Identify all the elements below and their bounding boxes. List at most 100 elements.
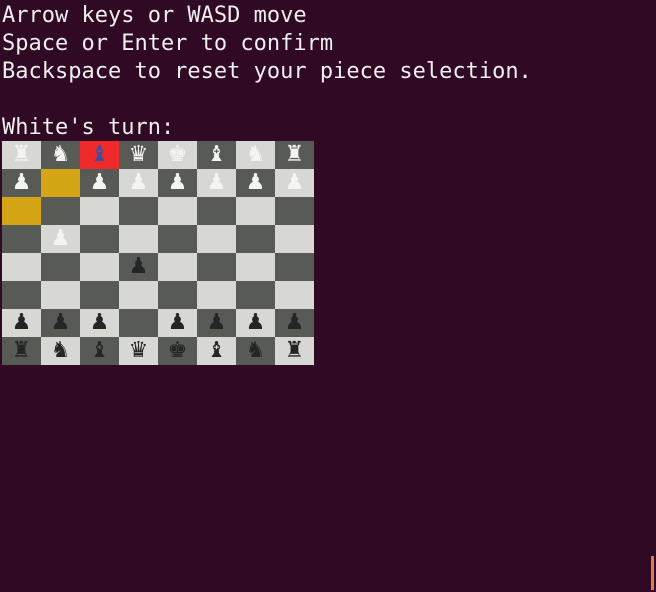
square-h2[interactable]: ♟ [275, 169, 314, 197]
square-d4[interactable] [119, 225, 158, 253]
black-queen-icon: ♛ [128, 338, 149, 363]
square-b4[interactable]: ♟ [41, 225, 80, 253]
square-b1[interactable]: ♞ [41, 141, 80, 169]
square-g1[interactable]: ♞ [236, 141, 275, 169]
square-d8[interactable]: ♛ [119, 337, 158, 365]
square-g8[interactable]: ♞ [236, 337, 275, 365]
square-c3[interactable] [80, 197, 119, 225]
square-h5[interactable] [275, 253, 314, 281]
instruction-move: Arrow keys or WASD move [2, 3, 307, 28]
square-h3[interactable] [275, 197, 314, 225]
black-pawn-icon: ♟ [128, 254, 149, 279]
white-pawn-icon: ♟ [245, 170, 266, 195]
white-pawn-icon: ♟ [284, 170, 305, 195]
black-pawn-icon: ♟ [50, 310, 71, 335]
square-h6[interactable] [275, 281, 314, 309]
black-pawn-icon: ♟ [284, 310, 305, 335]
square-a6[interactable] [2, 281, 41, 309]
square-g7[interactable]: ♟ [236, 309, 275, 337]
square-b7[interactable]: ♟ [41, 309, 80, 337]
square-e7[interactable]: ♟ [158, 309, 197, 337]
black-pawn-icon: ♟ [11, 310, 32, 335]
square-c5[interactable] [80, 253, 119, 281]
square-d7[interactable] [119, 309, 158, 337]
white-pawn-icon: ♟ [11, 170, 32, 195]
white-pawn-icon: ♟ [128, 170, 149, 195]
square-h7[interactable]: ♟ [275, 309, 314, 337]
black-pawn-icon: ♟ [167, 310, 188, 335]
square-c1[interactable]: ♝ [80, 141, 119, 169]
square-b5[interactable] [41, 253, 80, 281]
square-f1[interactable]: ♝ [197, 141, 236, 169]
white-rook-icon: ♜ [11, 142, 32, 167]
black-bishop-icon: ♝ [206, 338, 227, 363]
instruction-reset: Backspace to reset your piece selection. [2, 59, 532, 84]
white-bishop-icon: ♝ [89, 142, 110, 167]
square-c8[interactable]: ♝ [80, 337, 119, 365]
white-knight-icon: ♞ [245, 142, 266, 167]
chess-board[interactable]: ♜ ♞ ♝ ♛ ♚ ♝ ♞ ♜ ♟ ♟ ♟ ♟ ♟ ♟ ♟ ♟ ♟ ♟ ♟ ♟ ♟ ♟ ♟ ♟ ♜ ♞ ♝ ♛ ♚ ♝ ♞ ♜ [2, 141, 314, 365]
square-g6[interactable] [236, 281, 275, 309]
square-d6[interactable] [119, 281, 158, 309]
turn-indicator: White's turn: [2, 115, 175, 140]
square-e1[interactable]: ♚ [158, 141, 197, 169]
white-king-icon: ♚ [167, 142, 188, 167]
square-e3[interactable] [158, 197, 197, 225]
square-h4[interactable] [275, 225, 314, 253]
square-f3[interactable] [197, 197, 236, 225]
square-g3[interactable] [236, 197, 275, 225]
square-f5[interactable] [197, 253, 236, 281]
square-g2[interactable]: ♟ [236, 169, 275, 197]
square-d3[interactable] [119, 197, 158, 225]
square-h8[interactable]: ♜ [275, 337, 314, 365]
square-e5[interactable] [158, 253, 197, 281]
black-rook-icon: ♜ [11, 338, 32, 363]
square-e8[interactable]: ♚ [158, 337, 197, 365]
square-e2[interactable]: ♟ [158, 169, 197, 197]
square-h1[interactable]: ♜ [275, 141, 314, 169]
square-d1[interactable]: ♛ [119, 141, 158, 169]
square-a8[interactable]: ♜ [2, 337, 41, 365]
black-rook-icon: ♜ [284, 338, 305, 363]
white-rook-icon: ♜ [284, 142, 305, 167]
white-pawn-icon: ♟ [50, 226, 71, 251]
white-knight-icon: ♞ [50, 142, 71, 167]
black-knight-icon: ♞ [50, 338, 71, 363]
white-pawn-icon: ♟ [206, 170, 227, 195]
square-b8[interactable]: ♞ [41, 337, 80, 365]
square-a4[interactable] [2, 225, 41, 253]
white-pawn-icon: ♟ [89, 170, 110, 195]
white-bishop-icon: ♝ [206, 142, 227, 167]
square-f8[interactable]: ♝ [197, 337, 236, 365]
square-f6[interactable] [197, 281, 236, 309]
square-c7[interactable]: ♟ [80, 309, 119, 337]
instruction-confirm: Space or Enter to confirm [2, 31, 334, 56]
square-c6[interactable] [80, 281, 119, 309]
square-a5[interactable] [2, 253, 41, 281]
square-a7[interactable]: ♟ [2, 309, 41, 337]
square-b2[interactable] [41, 169, 80, 197]
white-queen-icon: ♛ [128, 142, 149, 167]
square-b3[interactable] [41, 197, 80, 225]
square-g4[interactable] [236, 225, 275, 253]
square-e6[interactable] [158, 281, 197, 309]
square-d2[interactable]: ♟ [119, 169, 158, 197]
square-a2[interactable]: ♟ [2, 169, 41, 197]
black-bishop-icon: ♝ [89, 338, 110, 363]
scrollbar-thumb[interactable] [651, 556, 654, 590]
square-d5[interactable]: ♟ [119, 253, 158, 281]
square-f4[interactable] [197, 225, 236, 253]
square-f7[interactable]: ♟ [197, 309, 236, 337]
square-c4[interactable] [80, 225, 119, 253]
square-a3[interactable] [2, 197, 41, 225]
square-g5[interactable] [236, 253, 275, 281]
white-pawn-icon: ♟ [167, 170, 188, 195]
square-f2[interactable]: ♟ [197, 169, 236, 197]
square-b6[interactable] [41, 281, 80, 309]
square-a1[interactable]: ♜ [2, 141, 41, 169]
black-pawn-icon: ♟ [206, 310, 227, 335]
black-knight-icon: ♞ [245, 338, 266, 363]
square-c2[interactable]: ♟ [80, 169, 119, 197]
black-king-icon: ♚ [167, 338, 188, 363]
square-e4[interactable] [158, 225, 197, 253]
